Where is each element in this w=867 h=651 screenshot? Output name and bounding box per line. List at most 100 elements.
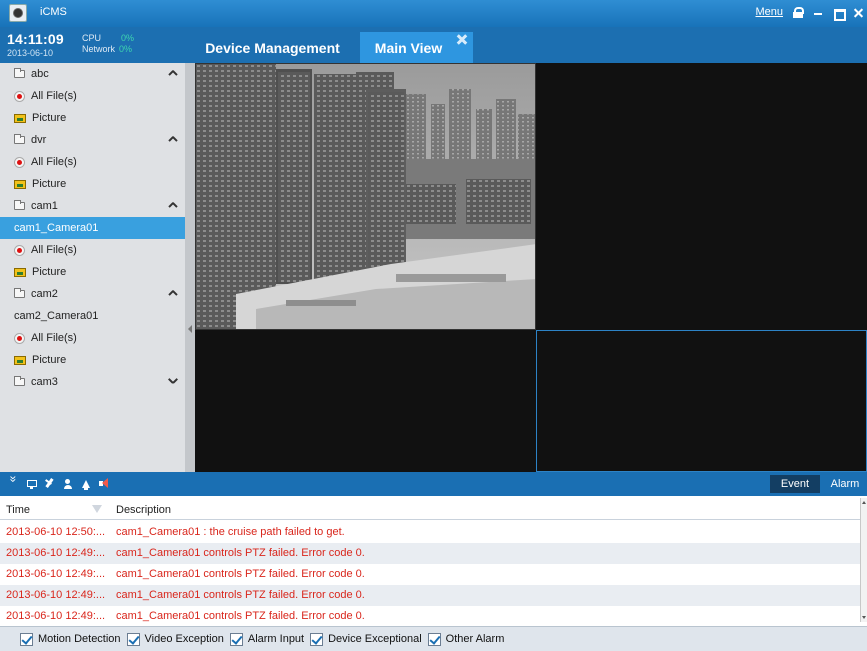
filter-checkbox[interactable]: Other Alarm [427,632,504,646]
camera-feed-image [196,64,535,329]
video-pane-1[interactable] [195,63,536,330]
tree-item-label: Picture [32,266,67,278]
tree-item[interactable]: All File(s) [0,151,185,173]
app-logo-icon [9,4,27,22]
restore-icon[interactable] [833,7,846,21]
cpu-value: 0% [121,33,135,43]
tree-item-label: cam2_Camera01 [14,310,99,322]
tree-item[interactable]: Picture [0,349,185,371]
tree-item-label: Picture [32,112,67,124]
tree-item-label: All File(s) [31,332,77,344]
chevron-up-icon[interactable] [169,201,177,209]
device-tree: abc All File(s) Picture dvr All File(s) Pictu… [0,63,185,472]
collapse-icon[interactable] [8,477,20,490]
tree-item-label: cam2 [31,288,58,300]
lock-icon[interactable] [793,6,804,18]
tree-item-label: Picture [32,178,67,190]
speaker-icon[interactable] [98,477,110,490]
pin-icon[interactable] [43,477,55,490]
filter-label: Device Exceptional [328,633,422,645]
checkbox-icon[interactable] [126,632,140,646]
tree-item[interactable]: Picture [0,173,185,195]
table-row[interactable]: 2013-06-10 12:49:... cam1_Camera01 contro… [0,564,860,585]
window-controls: Menu [755,6,863,21]
video-grid [195,63,867,472]
checkbox-icon[interactable] [20,632,33,646]
tree-item[interactable]: All File(s) [0,239,185,261]
checkbox-icon[interactable] [229,632,243,646]
table-row[interactable]: 2013-06-10 12:50:... cam1_Camera01 : the … [0,522,860,543]
filter-checkbox[interactable]: Motion Detection [20,632,121,646]
sidebar-splitter[interactable] [185,63,195,472]
event-time: 2013-06-10 12:49:... [6,610,106,622]
tree-item-label: dvr [31,134,47,146]
filter-checkbox[interactable]: Device Exceptional [310,632,422,646]
chevron-up-icon[interactable] [169,289,177,297]
tree-item-label: All File(s) [31,90,77,102]
minimize-icon[interactable] [813,7,823,18]
table-row[interactable]: 2013-06-10 12:49:... cam1_Camera01 contro… [0,543,860,564]
menu-link[interactable]: Menu [755,6,783,18]
tree-item[interactable]: Picture [0,261,185,283]
app-title: iCMS [40,6,67,18]
event-toolbar: Event Alarm [0,472,867,496]
filter-checkbox[interactable]: Alarm Input [229,632,304,646]
checkbox-icon[interactable] [427,632,441,646]
tree-item[interactable]: cam1 [0,195,185,217]
column-header-description[interactable]: Description [116,504,171,516]
clock-date: 2013-06-10 [7,48,54,58]
chevron-up-icon[interactable] [169,69,177,77]
tab-event[interactable]: Event [770,475,820,493]
tree-item-label: All File(s) [31,156,77,168]
tab-alarm[interactable]: Alarm [826,475,864,493]
video-pane-2[interactable] [536,63,867,330]
tree-item[interactable]: abc [0,63,185,85]
tree-item[interactable]: cam1_Camera01 [0,217,185,239]
event-table-scrollbar[interactable] [860,498,867,622]
picture-icon [14,267,26,277]
event-time: 2013-06-10 12:49:... [6,589,106,601]
bell-icon[interactable] [80,477,92,490]
monitor-icon[interactable] [25,477,37,490]
record-icon [14,156,25,168]
record-icon [14,244,25,256]
chevron-down-icon[interactable] [169,377,177,385]
close-icon[interactable] [853,7,863,18]
video-pane-3[interactable] [195,330,536,472]
tree-item-label: All File(s) [31,244,77,256]
collapse-sidebar-icon[interactable] [188,319,192,339]
tree-item[interactable]: dvr [0,129,185,151]
record-icon [14,90,25,102]
event-time: 2013-06-10 12:50:... [6,526,106,538]
filter-checkbox[interactable]: Video Exception [126,632,224,646]
tree-item[interactable]: Picture [0,107,185,129]
filter-icon[interactable] [92,505,102,514]
picture-icon [14,113,26,123]
tab-device-management[interactable]: Device Management [185,32,360,63]
user-icon[interactable] [62,477,74,490]
tree-item-label: Picture [32,354,67,366]
table-row[interactable]: 2013-06-10 12:49:... cam1_Camera01 contro… [0,606,860,626]
network-value: 0% [119,44,133,54]
folder-icon [14,134,25,144]
tab-device-management-label: Device Management [205,39,340,56]
video-pane-4[interactable] [536,330,867,472]
chevron-up-icon[interactable] [169,135,177,143]
folder-icon [14,288,25,298]
tab-main-view[interactable]: Main View [360,32,473,63]
scroll-down-icon[interactable] [862,616,866,619]
column-header-time[interactable]: Time [6,504,30,516]
scroll-up-icon[interactable] [862,501,866,504]
checkbox-icon[interactable] [310,632,324,646]
tree-item[interactable]: cam2_Camera01 [0,305,185,327]
tree-item-label: abc [31,68,49,80]
tree-item[interactable]: cam3 [0,371,185,393]
tree-item[interactable]: cam2 [0,283,185,305]
tree-item[interactable]: All File(s) [0,327,185,349]
event-description: cam1_Camera01 controls PTZ failed. Error… [116,610,365,622]
table-row[interactable]: 2013-06-10 12:49:... cam1_Camera01 contro… [0,585,860,606]
event-description: cam1_Camera01 controls PTZ failed. Error… [116,547,365,559]
tree-item[interactable]: All File(s) [0,85,185,107]
picture-icon [14,355,26,365]
tab-close-icon[interactable] [457,34,467,44]
